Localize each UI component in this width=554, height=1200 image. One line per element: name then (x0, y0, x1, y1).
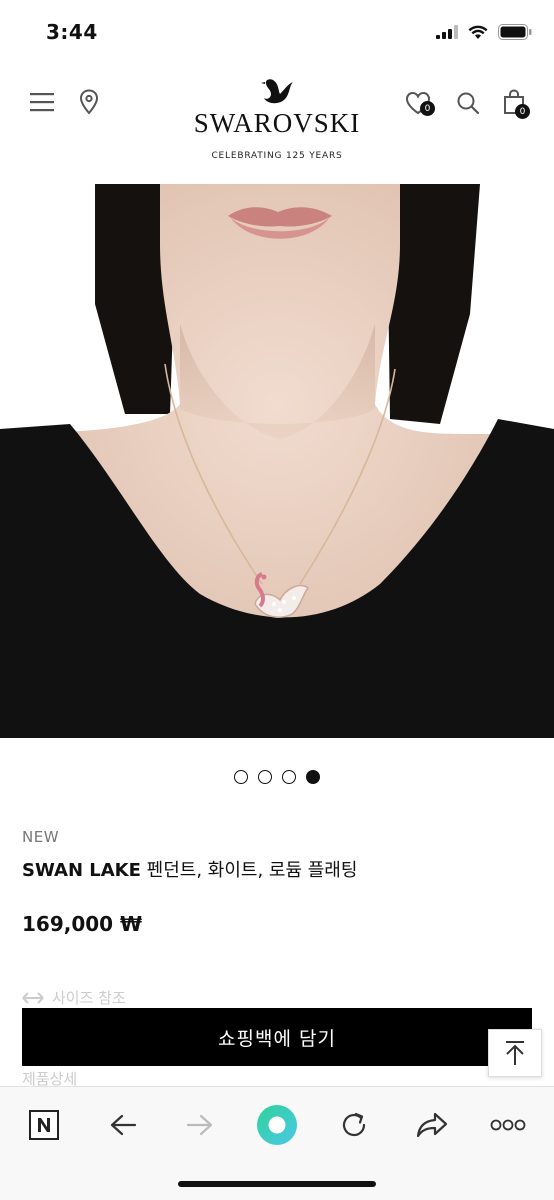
status-time: 3:44 (46, 20, 98, 44)
product-name-bold: SWAN LAKE (22, 860, 141, 881)
add-to-bag-button[interactable]: 쇼핑백에 담기 (22, 1008, 532, 1066)
bag-count-badge: 0 (515, 104, 530, 119)
brand-tagline: CELEBRATING 125 YEARS (211, 151, 343, 161)
forward-arrow-icon[interactable] (180, 1105, 220, 1145)
share-icon[interactable] (412, 1105, 452, 1145)
refresh-icon[interactable] (334, 1105, 374, 1145)
wishlist-count-badge: 0 (420, 101, 435, 116)
carousel-dot-4[interactable] (306, 770, 320, 784)
scroll-to-top-button[interactable] (488, 1029, 542, 1077)
green-orb-icon[interactable] (255, 1103, 299, 1147)
product-name-rest: 펜던트, 화이트, 로듐 플래팅 (140, 860, 358, 881)
carousel-dot-2[interactable] (258, 770, 272, 784)
arrow-up-icon (506, 1041, 524, 1065)
status-bar: 3:44 (0, 0, 554, 64)
back-arrow-icon[interactable] (103, 1105, 143, 1145)
wifi-icon (468, 25, 488, 39)
product-title: SWAN LAKE 펜던트, 화이트, 로듐 플래팅 (22, 856, 357, 882)
battery-icon (498, 24, 532, 40)
carousel-indicator (0, 770, 554, 784)
product-price: 169,000 ₩ (22, 912, 143, 936)
new-badge: NEW (22, 828, 60, 846)
home-indicator (178, 1181, 376, 1187)
carousel-dot-1[interactable] (234, 770, 248, 784)
product-image[interactable] (0, 184, 554, 738)
swan-logo-icon (261, 79, 293, 104)
more-icon[interactable] (488, 1105, 528, 1145)
resize-arrows-icon (22, 991, 44, 1004)
status-icons (436, 24, 532, 40)
carousel-dot-3[interactable] (282, 770, 296, 784)
site-header: SWAROVSKI CELEBRATING 125 YEARS 0 0 (0, 64, 554, 184)
naver-n-icon[interactable] (24, 1105, 64, 1145)
size-guide-link[interactable]: 사이즈 참조 (22, 987, 126, 1008)
size-guide-label: 사이즈 참조 (52, 989, 126, 1007)
cellular-signal-icon (436, 25, 458, 39)
product-photo (0, 184, 554, 738)
search-icon[interactable] (455, 90, 481, 116)
